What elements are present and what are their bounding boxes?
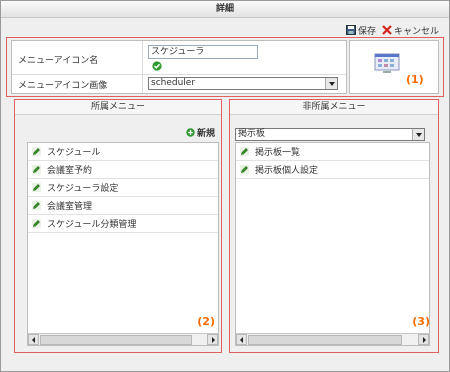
calendar-icon [374,53,400,73]
list-item[interactable]: スケジュール [28,143,218,161]
save-button[interactable]: 保存 [345,24,376,37]
unassigned-scrollbar[interactable] [236,333,429,345]
save-label: 保存 [357,26,376,37]
toolbar: 保存 キャンセル [345,23,439,37]
detail-window: 詳細 保存 キャンセル メニューアイコン名 スケジューラ メニューアイコン画像 … [0,0,450,372]
form-section: メニューアイコン名 スケジューラ メニューアイコン画像 scheduler (1… [6,37,444,97]
image-label: メニューアイコン画像 [18,81,108,91]
new-label: 新規 [196,129,215,139]
assigned-scrollbar[interactable] [28,333,218,345]
form-panel: メニューアイコン名 スケジューラ メニューアイコン画像 scheduler [11,40,347,94]
edit-pencil-icon [240,165,249,174]
list-item-label: スケジューラ設定 [47,184,119,194]
unassigned-filter-value: 掲示板 [238,129,266,139]
cancel-button[interactable]: キャンセル [382,24,439,37]
icon-image-select[interactable]: scheduler [148,77,338,90]
name-field[interactable]: スケジューラ [148,45,258,59]
edit-pencil-icon [240,147,249,156]
unassigned-header: 非所属メニュー [230,100,438,115]
cancel-label: キャンセル [393,26,439,37]
window-title: 詳細 [1,1,449,18]
valid-check-icon [152,61,162,71]
scroll-left-icon[interactable] [236,334,247,345]
icon-preview-panel: (1) [349,40,439,94]
list-item[interactable]: スケジューラ設定 [28,179,218,197]
assigned-section: 所属メニュー 新規 スケジュール 会議室予約 スケジューラ設定 会議室管理 スケジュール… [14,99,222,353]
list-item-label: 掲示板一覧 [255,148,301,158]
edit-pencil-icon [32,219,41,228]
section-marker-3: (3) [412,315,430,328]
list-item-label: スケジュール分類管理 [47,220,137,230]
section-marker-1: (1) [406,73,424,86]
list-item-label: 掲示板個人設定 [255,166,319,176]
assigned-header: 所属メニュー [15,100,221,115]
icon-image-value: scheduler [151,78,196,88]
list-item-label: スケジュール [47,148,101,158]
list-item[interactable]: 掲示板一覧 [236,143,429,161]
save-icon [345,25,356,35]
list-item[interactable]: スケジュール分類管理 [28,215,218,233]
list-item[interactable]: 掲示板個人設定 [236,161,429,179]
new-button[interactable]: 新規 [186,126,215,139]
edit-pencil-icon [32,165,41,174]
edit-pencil-icon [32,201,41,210]
unassigned-filter-select[interactable]: 掲示板 [235,128,425,141]
scroll-right-icon[interactable] [418,334,429,345]
scroll-thumb[interactable] [248,335,402,345]
list-item-label: 会議室予約 [47,166,93,176]
add-icon [186,128,195,137]
chevron-down-icon[interactable] [325,78,337,89]
chevron-down-icon[interactable] [412,129,424,140]
image-row: メニューアイコン画像 scheduler [12,74,346,93]
edit-pencil-icon [32,183,41,192]
unassigned-list: 掲示板一覧掲示板個人設定 [235,142,430,346]
list-item[interactable]: 会議室管理 [28,197,218,215]
edit-pencil-icon [32,147,41,156]
name-row: メニューアイコン名 スケジューラ [12,41,346,93]
assigned-list: スケジュール 会議室予約スケジューラ設定 会議室管理スケジュール分類管理 [27,142,219,346]
close-icon [382,25,392,35]
section-marker-2: (2) [197,315,215,328]
list-item[interactable]: 会議室予約 [28,161,218,179]
name-label: メニューアイコン名 [18,56,99,66]
list-item-label: 会議室管理 [47,202,93,212]
scroll-right-icon[interactable] [207,334,218,345]
scroll-thumb[interactable] [40,335,192,345]
scroll-left-icon[interactable] [28,334,39,345]
unassigned-section: 非所属メニュー 掲示板 掲示板一覧掲示板個人設定 (3) [229,99,439,353]
